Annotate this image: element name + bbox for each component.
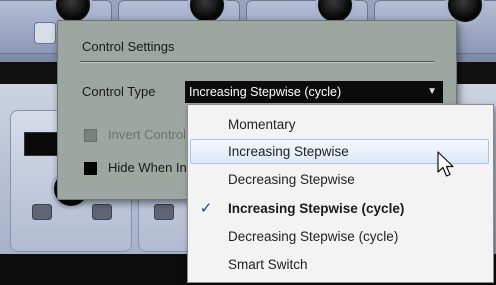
menu-item-label: Increasing Stepwise (cycle) xyxy=(228,201,405,216)
menu-item-label: Decreasing Stepwise xyxy=(228,172,355,187)
hide-when-inactive-checkbox[interactable] xyxy=(84,162,97,175)
plugin-button[interactable] xyxy=(154,204,174,220)
checkmark-icon: ✓ xyxy=(199,200,213,217)
mouse-pointer-icon xyxy=(437,151,454,177)
control-type-dropdown-menu: Momentary Increasing Stepwise Decreasing… xyxy=(187,104,494,283)
title-divider xyxy=(80,61,434,63)
plugin-button[interactable] xyxy=(92,204,112,220)
invert-control-checkbox[interactable] xyxy=(84,129,97,142)
menu-item-label: Increasing Stepwise xyxy=(228,144,349,159)
menu-item-smart-switch[interactable]: Smart Switch xyxy=(190,252,489,277)
menu-item-momentary[interactable]: Momentary xyxy=(190,112,489,137)
hide-when-inactive-label: Hide When Inactive xyxy=(108,160,186,175)
control-type-label: Control Type xyxy=(82,84,156,99)
control-type-select[interactable]: Increasing Stepwise (cycle) ▼ xyxy=(185,81,443,103)
control-type-value: Increasing Stepwise (cycle) xyxy=(189,85,342,99)
plugin-display xyxy=(24,132,58,156)
menu-item-label: Decreasing Stepwise (cycle) xyxy=(228,229,399,244)
chevron-down-icon[interactable]: ▼ xyxy=(427,81,437,103)
menu-item-increasing-stepwise-cycle[interactable]: ✓ Increasing Stepwise (cycle) xyxy=(190,196,489,221)
plugin-checkbox[interactable] xyxy=(34,22,56,44)
menu-item-decreasing-stepwise-cycle[interactable]: Decreasing Stepwise (cycle) xyxy=(190,224,489,249)
menu-item-label: Smart Switch xyxy=(228,257,308,272)
menu-item-label: Momentary xyxy=(228,117,296,132)
dialog-title: Control Settings xyxy=(82,39,175,54)
plugin-button[interactable] xyxy=(32,204,52,220)
invert-control-label: Invert Control xyxy=(108,127,186,142)
